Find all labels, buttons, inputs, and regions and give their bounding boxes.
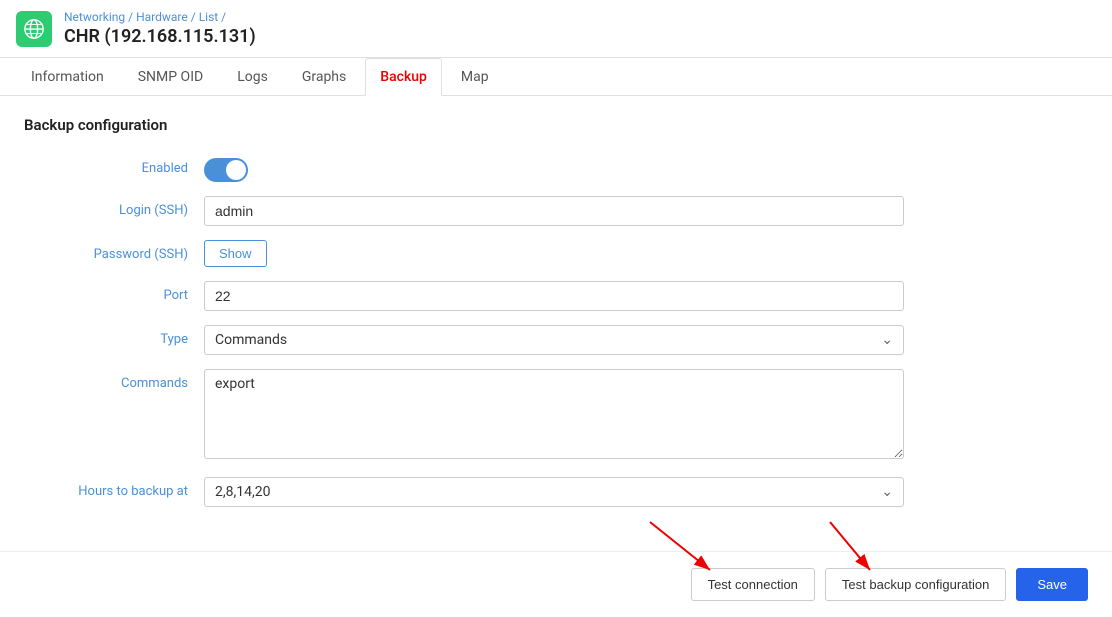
breadcrumb-hardware[interactable]: Hardware: [136, 10, 188, 24]
show-password-button[interactable]: Show: [204, 240, 267, 267]
page-title: CHR (192.168.115.131): [64, 26, 256, 47]
commands-textarea[interactable]: export: [204, 369, 904, 459]
tab-map[interactable]: Map: [446, 58, 504, 96]
type-select-value: Commands: [215, 332, 287, 348]
password-row: Password (SSH) Show: [24, 240, 1088, 267]
port-row: Port: [24, 281, 1088, 311]
tab-logs[interactable]: Logs: [222, 58, 283, 96]
chevron-down-icon: ⌄: [881, 332, 893, 348]
test-backup-configuration-button[interactable]: Test backup configuration: [825, 568, 1006, 601]
globe-icon: [23, 18, 45, 40]
port-label: Port: [24, 281, 204, 303]
toggle-thumb: [226, 160, 246, 180]
type-control: Commands ⌄: [204, 325, 904, 355]
enabled-control: [204, 154, 904, 182]
tab-snmp-oid[interactable]: SNMP OID: [123, 58, 218, 96]
commands-control: export: [204, 369, 904, 463]
page-header: Networking / Hardware / List / CHR (192.…: [0, 0, 1112, 58]
toggle-track[interactable]: [204, 158, 248, 182]
commands-label: Commands: [24, 369, 204, 391]
login-input[interactable]: [204, 196, 904, 226]
breadcrumb-title-block: Networking / Hardware / List / CHR (192.…: [64, 10, 256, 47]
breadcrumb: Networking / Hardware / List /: [64, 10, 256, 24]
port-input[interactable]: [204, 281, 904, 311]
login-label: Login (SSH): [24, 196, 204, 218]
type-row: Type Commands ⌄: [24, 325, 1088, 355]
hours-control: 2,8,14,20 ⌄: [204, 477, 904, 507]
save-button[interactable]: Save: [1016, 568, 1088, 601]
tab-bar: Information SNMP OID Logs Graphs Backup …: [0, 58, 1112, 96]
chevron-down-icon-hours: ⌄: [881, 484, 893, 500]
section-title: Backup configuration: [24, 116, 1088, 134]
port-control: [204, 281, 904, 311]
type-label: Type: [24, 325, 204, 347]
login-control: [204, 196, 904, 226]
password-label: Password (SSH): [24, 240, 204, 262]
tab-backup[interactable]: Backup: [365, 58, 442, 96]
main-content: Backup configuration Enabled Login (SSH)…: [0, 96, 1112, 541]
hours-row: Hours to backup at 2,8,14,20 ⌄: [24, 477, 1088, 507]
action-bar: Test connection Test backup configuratio…: [0, 551, 1112, 617]
test-connection-button[interactable]: Test connection: [691, 568, 815, 601]
hours-label: Hours to backup at: [24, 477, 204, 499]
type-select[interactable]: Commands ⌄: [204, 325, 904, 355]
password-control: Show: [204, 240, 904, 267]
app-logo: [16, 11, 52, 47]
hours-select[interactable]: 2,8,14,20 ⌄: [204, 477, 904, 507]
breadcrumb-networking[interactable]: Networking: [64, 10, 125, 24]
commands-row: Commands export: [24, 369, 1088, 463]
tab-graphs[interactable]: Graphs: [287, 58, 361, 96]
enabled-label: Enabled: [24, 154, 204, 176]
login-row: Login (SSH): [24, 196, 1088, 226]
hours-select-value: 2,8,14,20: [215, 484, 270, 500]
breadcrumb-list[interactable]: List: [199, 10, 219, 24]
enabled-toggle[interactable]: [204, 158, 248, 182]
enabled-row: Enabled: [24, 154, 1088, 182]
tab-information[interactable]: Information: [16, 58, 119, 96]
